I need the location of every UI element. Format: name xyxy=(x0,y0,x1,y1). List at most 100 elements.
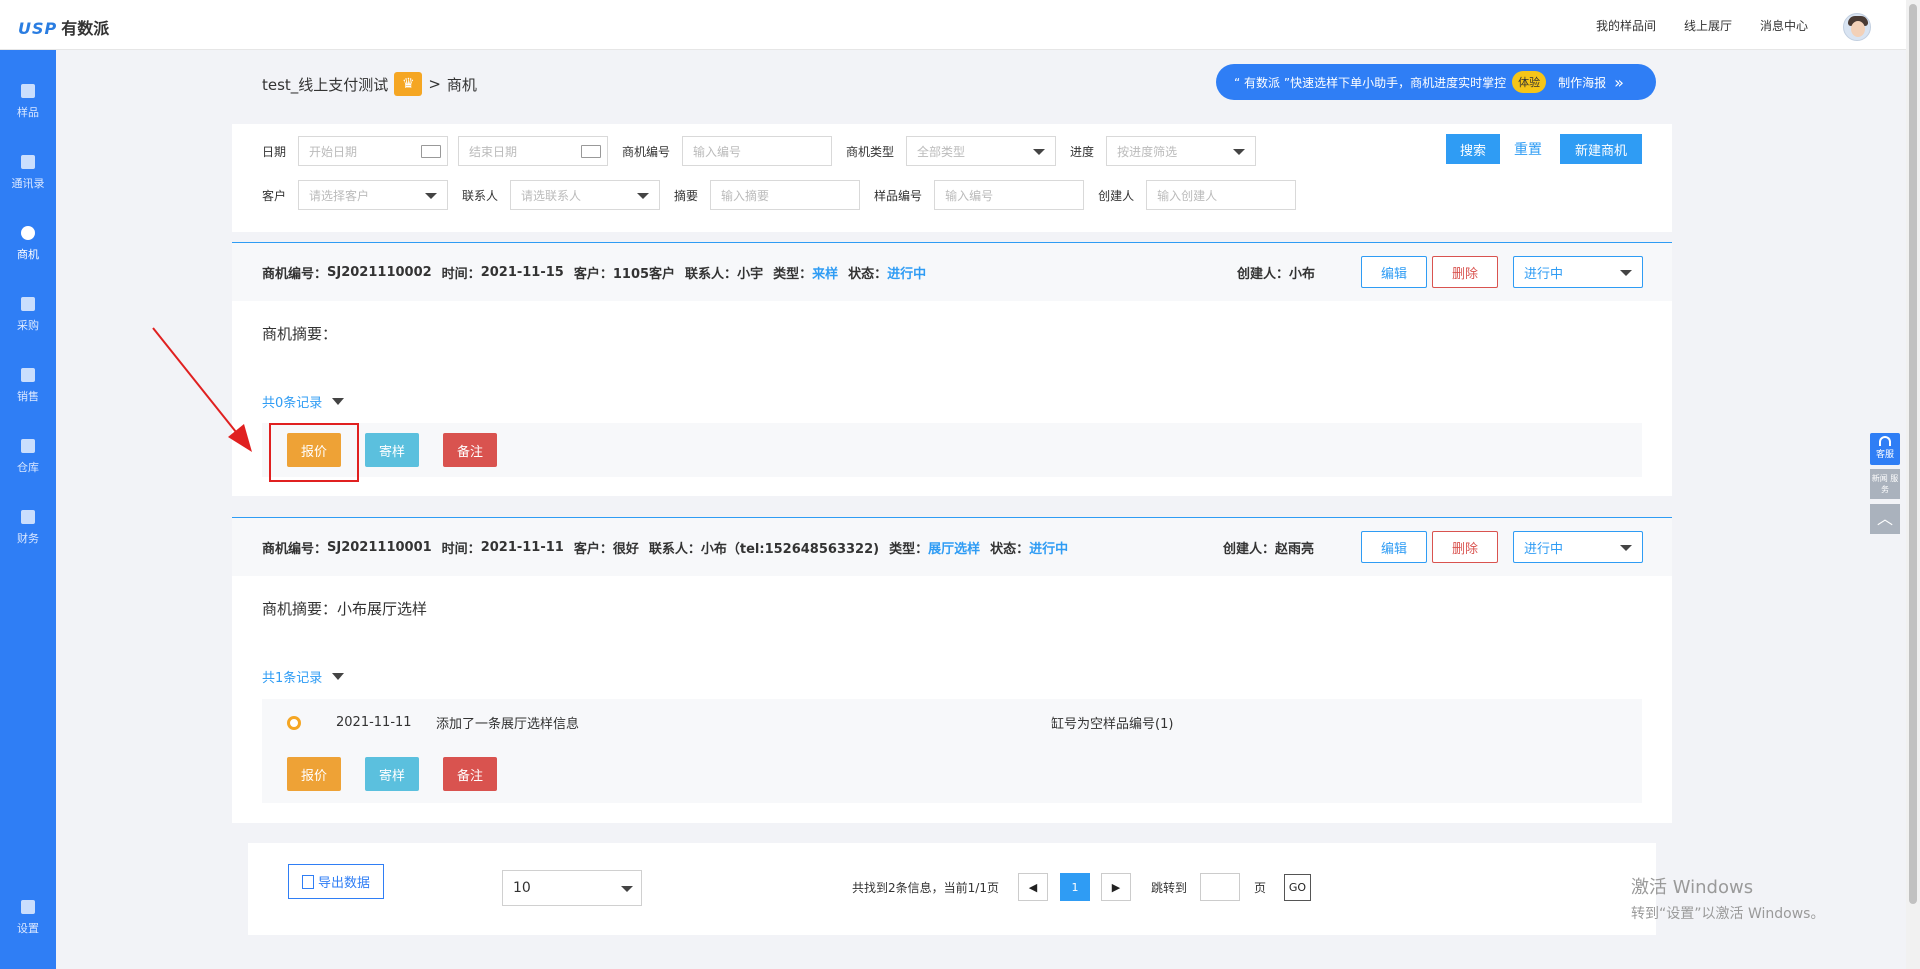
logo-name: 有数派 xyxy=(61,19,110,38)
jump-page-input[interactable] xyxy=(1200,873,1240,901)
progress-select[interactable]: 进行中 xyxy=(1513,531,1643,563)
online-showroom-link[interactable]: 线上展厅 xyxy=(1684,17,1732,34)
sidebar: 样品 通讯录 商机 采购 销售 仓库 财务 设置 xyxy=(0,50,56,969)
export-button[interactable]: 导出数据 xyxy=(288,864,384,899)
log-text: 添加了一条展厅选样信息 xyxy=(436,716,580,732)
start-date-placeholder: 开始日期 xyxy=(309,144,358,159)
page-scrollbar[interactable] xyxy=(1906,0,1920,969)
sidebar-item-warehouse[interactable]: 仓库 xyxy=(0,431,56,487)
promo-tag[interactable]: 体验 xyxy=(1512,71,1547,93)
calendar-icon xyxy=(421,145,442,158)
type-select[interactable]: 全部类型 xyxy=(906,136,1057,166)
edit-button[interactable]: 编辑 xyxy=(1361,256,1427,288)
record-count-toggle[interactable]: 共0条记录 xyxy=(262,392,345,411)
make-poster-link[interactable]: 制作海报 xyxy=(1558,74,1606,91)
page-button-current[interactable]: 1 xyxy=(1060,873,1090,901)
sidebar-item-sales[interactable]: 销售 xyxy=(0,360,56,416)
creator-placeholder: 输入创建人 xyxy=(1157,188,1218,203)
next-page-button[interactable]: ▶ xyxy=(1101,873,1131,901)
sidebar-item-opportunity[interactable]: 商机 xyxy=(0,218,56,274)
back-to-top-button[interactable]: ︿ xyxy=(1870,504,1900,534)
filter-row-1: 日期 开始日期 结束日期 商机编号 输入编号 商机类型 全部类型 进度 按进度筛… xyxy=(232,136,1257,166)
sample-code-input[interactable]: 输入编号 xyxy=(934,180,1085,210)
sidebar-item-settings[interactable]: 设置 xyxy=(0,892,56,948)
code-input[interactable]: 输入编号 xyxy=(682,136,833,166)
windows-activation-watermark: 激活 Windows 转到“设置”以激活 Windows。 xyxy=(1631,873,1824,923)
send-sample-button[interactable]: 寄样 xyxy=(365,757,419,791)
quote-button[interactable]: 报价 xyxy=(287,757,341,791)
record-count: 共0条记录 xyxy=(262,396,323,411)
creator-name: 小布 xyxy=(1289,266,1316,282)
contact-select[interactable]: 请选联系人 xyxy=(510,180,661,210)
progress-label: 进度 xyxy=(1070,144,1095,159)
promo-text: “ 有数派 ”快速选样下单小助手，商机进度实时掌控 xyxy=(1234,75,1507,90)
code-label: 商机编号： xyxy=(262,266,328,282)
sample-icon xyxy=(21,84,35,98)
new-opportunity-button[interactable]: 新建商机 xyxy=(1560,134,1642,164)
send-sample-button[interactable]: 寄样 xyxy=(365,433,419,467)
end-date-input[interactable]: 结束日期 xyxy=(458,136,609,166)
timeline-dot-icon xyxy=(287,716,301,730)
opportunity-status: 进行中 xyxy=(1029,541,1069,557)
log-row: 2021-11-11 添加了一条展厅选样信息 缸号为空样品编号(1) xyxy=(262,699,1642,745)
sidebar-item-contacts[interactable]: 通讯录 xyxy=(0,147,56,203)
sidebar-item-sample[interactable]: 样品 xyxy=(0,76,56,132)
code-label: 商机编号 xyxy=(622,144,671,159)
breadcrumb-project[interactable]: test_线上支付测试 xyxy=(262,74,388,95)
message-center-link[interactable]: 消息中心 xyxy=(1760,17,1808,34)
start-date-input[interactable]: 开始日期 xyxy=(298,136,449,166)
calendar-icon xyxy=(581,145,602,158)
reset-button[interactable]: 重置 xyxy=(1514,134,1542,164)
action-bar: 报价 寄样 备注 xyxy=(262,423,1642,477)
chevron-down-icon xyxy=(332,398,345,405)
summary-input[interactable]: 输入摘要 xyxy=(710,180,861,210)
status-label: 状态： xyxy=(848,266,888,282)
sidebar-item-label: 通讯录 xyxy=(11,177,45,190)
sample-code-label: 样品编号 xyxy=(874,188,923,203)
search-button[interactable]: 搜索 xyxy=(1446,134,1500,164)
news-service-button[interactable]: 新闻 服务 xyxy=(1870,469,1900,499)
record-count-toggle[interactable]: 共1条记录 xyxy=(262,667,345,686)
app-logo[interactable]: USP 有数派 xyxy=(18,15,109,39)
progress-select[interactable]: 进行中 xyxy=(1513,256,1643,288)
chevron-down-icon xyxy=(1620,545,1632,551)
delete-button[interactable]: 删除 xyxy=(1432,531,1498,563)
prev-page-button[interactable]: ◀ xyxy=(1018,873,1048,901)
creator-name: 赵雨亮 xyxy=(1275,541,1315,557)
log-panel: 2021-11-11 添加了一条展厅选样信息 缸号为空样品编号(1) 报价 寄样… xyxy=(262,699,1642,803)
headset-icon xyxy=(1879,436,1891,446)
sidebar-item-purchase[interactable]: 采购 xyxy=(0,289,56,345)
highlight-box xyxy=(269,423,359,482)
sidebar-item-label: 采购 xyxy=(17,319,39,332)
creator-label: 创建人 xyxy=(1098,188,1135,203)
type-label: 类型： xyxy=(773,266,813,282)
scrollbar-thumb[interactable] xyxy=(1909,4,1917,904)
sidebar-item-label: 仓库 xyxy=(17,461,39,474)
edit-button[interactable]: 编辑 xyxy=(1361,531,1427,563)
remark-button[interactable]: 备注 xyxy=(443,757,497,791)
caret-right-icon: ▶ xyxy=(1111,880,1121,894)
page-info: 共找到2条信息，当前1/1页 xyxy=(852,881,999,895)
type-label: 商机类型 xyxy=(846,144,895,159)
user-avatar[interactable] xyxy=(1843,13,1871,41)
my-sample-room-link[interactable]: 我的样品间 xyxy=(1596,17,1656,34)
sidebar-item-finance[interactable]: 财务 xyxy=(0,502,56,558)
chevron-up-icon: ︿ xyxy=(1876,509,1893,528)
sidebar-item-label: 财务 xyxy=(17,532,39,545)
contact-label: 联系人 xyxy=(462,188,499,203)
date-label: 日期 xyxy=(262,144,287,159)
progress-select[interactable]: 按进度筛选 xyxy=(1106,136,1257,166)
page-size-select[interactable]: 10 xyxy=(502,870,642,906)
opportunity-time: 2021-11-15 xyxy=(480,264,564,280)
promo-banner[interactable]: “ 有数派 ”快速选样下单小助手，商机进度实时掌控 体验 制作海报 » xyxy=(1216,64,1656,100)
customer-select[interactable]: 请选择客户 xyxy=(298,180,449,210)
remark-button[interactable]: 备注 xyxy=(443,433,497,467)
customer-service-button[interactable]: 客服 xyxy=(1870,433,1900,465)
customer-service-label: 客服 xyxy=(1875,450,1894,460)
watermark-line-2: 转到“设置”以激活 Windows。 xyxy=(1631,906,1825,922)
delete-button[interactable]: 删除 xyxy=(1432,256,1498,288)
type-value: 全部类型 xyxy=(917,144,966,159)
opportunity-code: SJ2021110001 xyxy=(327,539,432,555)
go-button[interactable]: GO xyxy=(1284,874,1311,901)
creator-input[interactable]: 输入创建人 xyxy=(1146,180,1297,210)
